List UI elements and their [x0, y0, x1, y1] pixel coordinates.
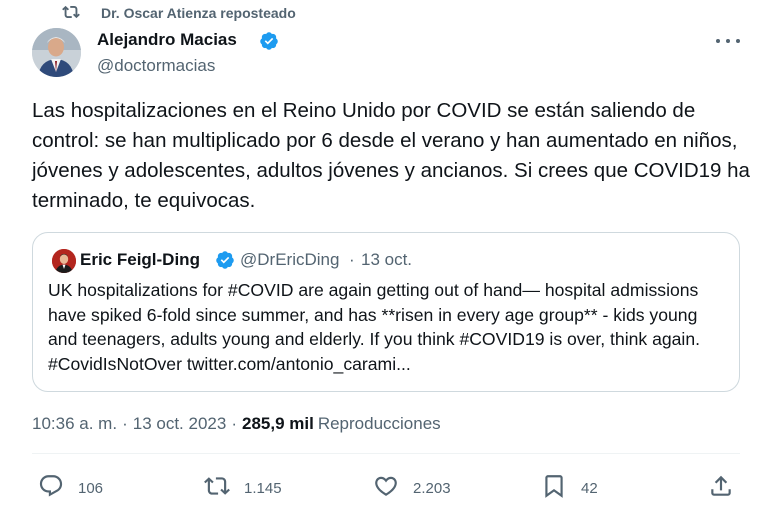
repost-header[interactable]: Dr. Oscar Atienza reposteado [62, 3, 296, 26]
quoted-separator: · [349, 250, 355, 269]
author-handle[interactable]: @doctormacias [97, 56, 215, 76]
views-label: Reproducciones [317, 414, 441, 433]
reply-button[interactable]: 106 [38, 474, 103, 502]
share-icon [708, 473, 734, 504]
quoted-date: 13 oct. [361, 250, 413, 269]
verified-badge-icon [259, 31, 279, 51]
bookmark-count: 42 [581, 479, 598, 497]
more-options-icon[interactable] [716, 34, 740, 48]
quoted-author-handle: @DrEricDing [240, 250, 340, 269]
reply-count: 106 [78, 479, 104, 497]
quoted-tweet[interactable]: Eric Feigl-Ding @DrEricDing · 13 oct. UK… [32, 232, 740, 392]
quoted-tweet-text: UK hospitalizations for #COVID are again… [48, 280, 701, 374]
bookmark-icon [541, 473, 567, 504]
bookmark-button[interactable]: 42 [541, 474, 598, 502]
share-button[interactable] [708, 474, 734, 502]
like-count: 2.203 [413, 479, 451, 497]
quoted-author-name: Eric Feigl-Ding [80, 250, 200, 269]
heart-icon [373, 473, 399, 504]
retweet-icon [62, 3, 80, 26]
author-name[interactable]: Alejandro Macias [97, 30, 237, 50]
avatar[interactable] [32, 28, 81, 77]
repost-count: 1.145 [244, 479, 282, 497]
meta-separator: · [231, 414, 237, 433]
repost-button[interactable]: 1.145 [204, 474, 282, 502]
tweet-date[interactable]: 13 oct. 2023 [133, 414, 227, 434]
tweet-meta: 10:36 a. m. · 13 oct. 2023 · 285,9 mil R… [32, 414, 441, 434]
tweet-time[interactable]: 10:36 a. m. [32, 414, 117, 434]
retweet-icon [204, 473, 230, 504]
reply-icon [38, 473, 64, 504]
divider [32, 453, 740, 454]
meta-separator: · [122, 414, 128, 433]
like-button[interactable]: 2.203 [373, 474, 451, 502]
verified-badge-icon [215, 250, 235, 270]
repost-text[interactable]: Dr. Oscar Atienza reposteado [101, 5, 296, 21]
quoted-avatar [52, 249, 76, 273]
tweet-text: Las hospitalizaciones en el Reino Unido … [32, 99, 750, 212]
views-count: 285,9 mil [241, 414, 314, 433]
